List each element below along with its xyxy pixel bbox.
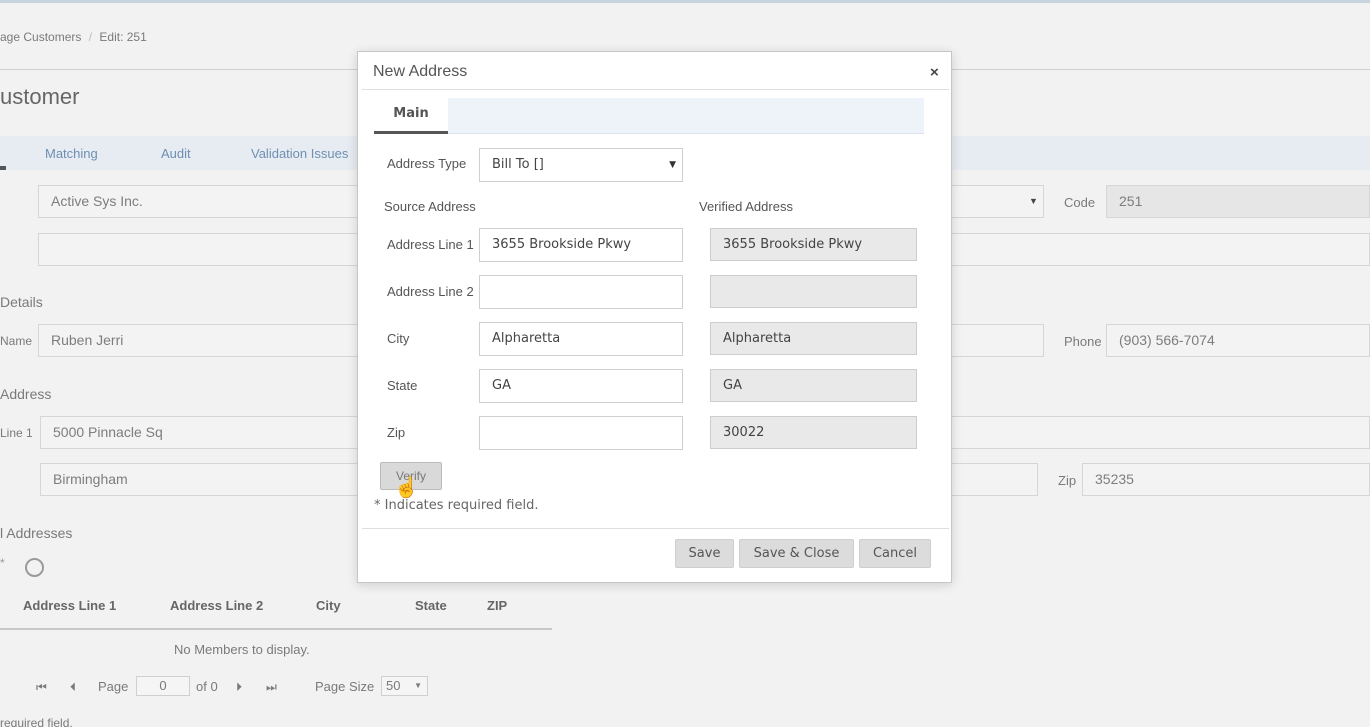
code-label: Code <box>1064 195 1096 210</box>
tab-main[interactable]: Main <box>374 98 448 134</box>
dialog-header-divider <box>362 89 949 90</box>
tab-matching[interactable]: Matching <box>45 146 98 161</box>
state-label: State <box>387 378 418 393</box>
verified-address-heading: Verified Address <box>699 199 793 214</box>
page-title: ustomer <box>0 84 80 109</box>
page-number-input[interactable]: 0 <box>136 676 190 696</box>
prev-page-icon[interactable]: ⏴ <box>70 680 76 695</box>
breadcrumb-current: Edit: 251 <box>99 30 147 44</box>
breadcrumb: age Customers / Edit: 251 <box>0 30 147 44</box>
column-city[interactable]: City <box>316 598 341 613</box>
required-note: * Indicates required field. <box>374 498 539 513</box>
column-state[interactable]: State <box>415 598 447 613</box>
refresh-icon[interactable] <box>25 558 44 577</box>
phone-field[interactable]: (903) 566-7074 <box>1106 324 1370 357</box>
grid-header-divider <box>0 628 552 630</box>
phone-label: Phone <box>1064 334 1102 349</box>
breadcrumb-parent[interactable]: age Customers <box>0 30 81 44</box>
verified-address-line-2-field <box>710 275 917 308</box>
line1-label: Line 1 <box>0 426 33 440</box>
code-field: 251 <box>1106 185 1370 218</box>
save-button[interactable]: Save <box>675 539 734 568</box>
additional-addresses-heading: l Addresses <box>0 525 73 541</box>
breadcrumb-separator: / <box>88 30 93 44</box>
page-size-value: 50 <box>386 678 401 693</box>
page-label: Page <box>98 679 129 694</box>
name-label: Name <box>0 334 33 348</box>
page-size-caret-icon: ▼ <box>414 681 422 690</box>
grid-empty-message: No Members to display. <box>174 642 310 657</box>
top-accent-line <box>0 0 1370 3</box>
verified-zip-field: 30022 <box>710 416 917 449</box>
source-address-line-1-input[interactable]: 3655 Brookside Pkwy <box>479 228 683 262</box>
dialog-title: New Address <box>373 63 468 80</box>
page-size-label: Page Size <box>315 679 375 694</box>
address-heading: Address <box>0 386 52 402</box>
column-address-line-2[interactable]: Address Line 2 <box>170 598 263 613</box>
page-count: of 0 <box>196 679 218 694</box>
hand-cursor-icon: ☝ <box>394 477 419 499</box>
zip-field[interactable]: 35235 <box>1082 463 1370 496</box>
add-icon[interactable]: * <box>0 556 5 570</box>
address-line-2-label: Address Line 2 <box>387 284 474 299</box>
source-city-input[interactable]: Alpharetta <box>479 322 683 356</box>
active-tab-indicator <box>0 166 6 170</box>
address-type-select[interactable]: Bill To [] ▼ <box>479 148 683 182</box>
tab-audit[interactable]: Audit <box>161 146 191 161</box>
source-state-input[interactable]: GA <box>479 369 683 403</box>
save-and-close-button[interactable]: Save & Close <box>739 539 854 568</box>
verified-city-field: Alpharetta <box>710 322 917 355</box>
cancel-button[interactable]: Cancel <box>859 539 931 568</box>
next-page-icon[interactable]: ⏵ <box>236 680 242 695</box>
column-zip[interactable]: ZIP <box>487 598 507 613</box>
source-zip-input[interactable] <box>479 416 683 450</box>
zip-label: Zip <box>387 425 406 440</box>
new-address-dialog: New Address × Main Address Type Bill To … <box>357 51 952 583</box>
tab-validation-issues[interactable]: Validation Issues <box>251 146 348 161</box>
source-address-line-2-input[interactable] <box>479 275 683 309</box>
verified-address-line-1-field: 3655 Brookside Pkwy <box>710 228 917 261</box>
last-page-icon[interactable]: ⏭ <box>266 680 277 695</box>
required-footer-note: required field. <box>0 716 73 727</box>
company-value: Active Sys Inc. <box>51 193 143 209</box>
dropdown-caret-icon: ▼ <box>1029 196 1038 206</box>
first-page-icon[interactable]: ⏮ <box>36 680 47 695</box>
address-type-value: Bill To [] <box>492 157 544 172</box>
page-size-select[interactable]: 50 ▼ <box>381 676 428 696</box>
address-type-label: Address Type <box>387 156 467 171</box>
zip-label: Zip <box>1058 473 1077 488</box>
close-icon[interactable]: × <box>930 64 939 81</box>
source-address-heading: Source Address <box>384 199 476 214</box>
address-line-1-label: Address Line 1 <box>387 237 474 252</box>
chevron-down-icon: ▼ <box>669 160 676 170</box>
city-label: City <box>387 331 410 346</box>
column-address-line-1[interactable]: Address Line 1 <box>23 598 116 613</box>
dialog-tab-bar: Main <box>374 98 924 134</box>
dialog-footer-divider <box>362 528 949 529</box>
details-heading: Details <box>0 294 43 310</box>
verified-state-field: GA <box>710 369 917 402</box>
